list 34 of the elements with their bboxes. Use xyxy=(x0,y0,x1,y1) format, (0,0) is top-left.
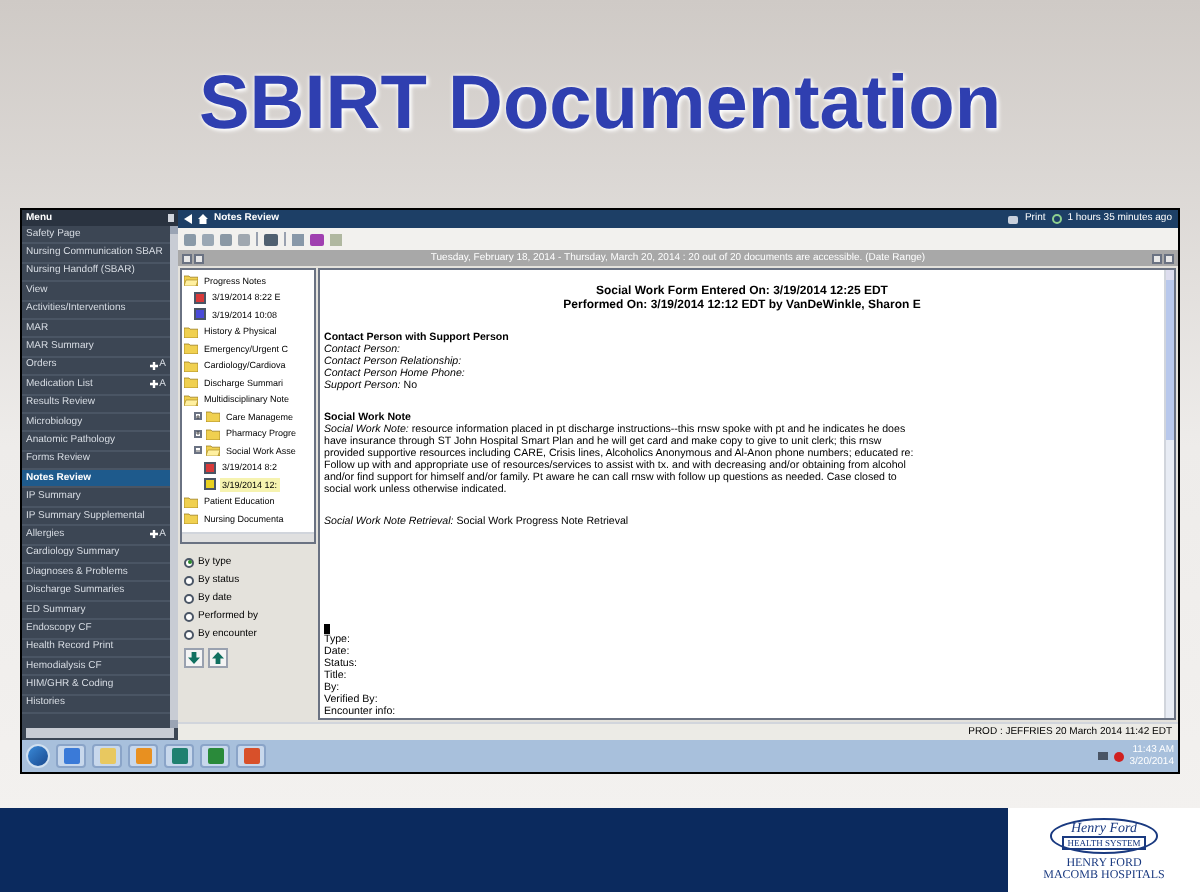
open-folder-icon xyxy=(206,444,220,457)
start-icon[interactable] xyxy=(26,744,50,768)
expand-toggle-icon[interactable] xyxy=(194,412,202,421)
back-icon[interactable] xyxy=(184,214,192,224)
expand-toggle-icon[interactable] xyxy=(194,429,202,438)
up-arrow-icon[interactable] xyxy=(208,648,228,668)
radio-button[interactable] xyxy=(184,611,194,621)
scrollbar[interactable] xyxy=(170,226,178,728)
add-icon[interactable] xyxy=(149,361,158,370)
horizontal-scrollbar[interactable] xyxy=(182,532,314,542)
open-folder-icon xyxy=(184,274,198,287)
radio-button[interactable] xyxy=(184,593,194,603)
horizontal-scrollbar[interactable] xyxy=(26,728,174,738)
previous-icon[interactable] xyxy=(182,253,192,263)
app-icon[interactable] xyxy=(164,744,194,768)
previous-icon[interactable] xyxy=(1152,253,1162,263)
refresh-icon[interactable] xyxy=(1051,214,1062,224)
radio-button[interactable] xyxy=(184,575,194,585)
slide-title: SBIRT Documentation xyxy=(198,59,1002,149)
radio-button[interactable] xyxy=(184,557,194,567)
next-icon[interactable] xyxy=(1164,253,1174,263)
radio-button[interactable] xyxy=(184,629,194,639)
presentation-icon[interactable] xyxy=(236,744,266,768)
home-icon[interactable] xyxy=(198,214,208,224)
next-icon[interactable] xyxy=(194,253,204,263)
add-icon[interactable] xyxy=(149,530,158,539)
down-arrow-icon[interactable] xyxy=(184,648,204,668)
open-folder-icon xyxy=(184,393,198,406)
scrollbar[interactable] xyxy=(1164,270,1174,718)
browser-icon[interactable] xyxy=(56,744,86,768)
expand-toggle-icon[interactable] xyxy=(194,446,202,455)
cursor-icon xyxy=(324,624,330,634)
spreadsheet-icon[interactable] xyxy=(200,744,230,768)
add-icon[interactable] xyxy=(149,380,158,389)
